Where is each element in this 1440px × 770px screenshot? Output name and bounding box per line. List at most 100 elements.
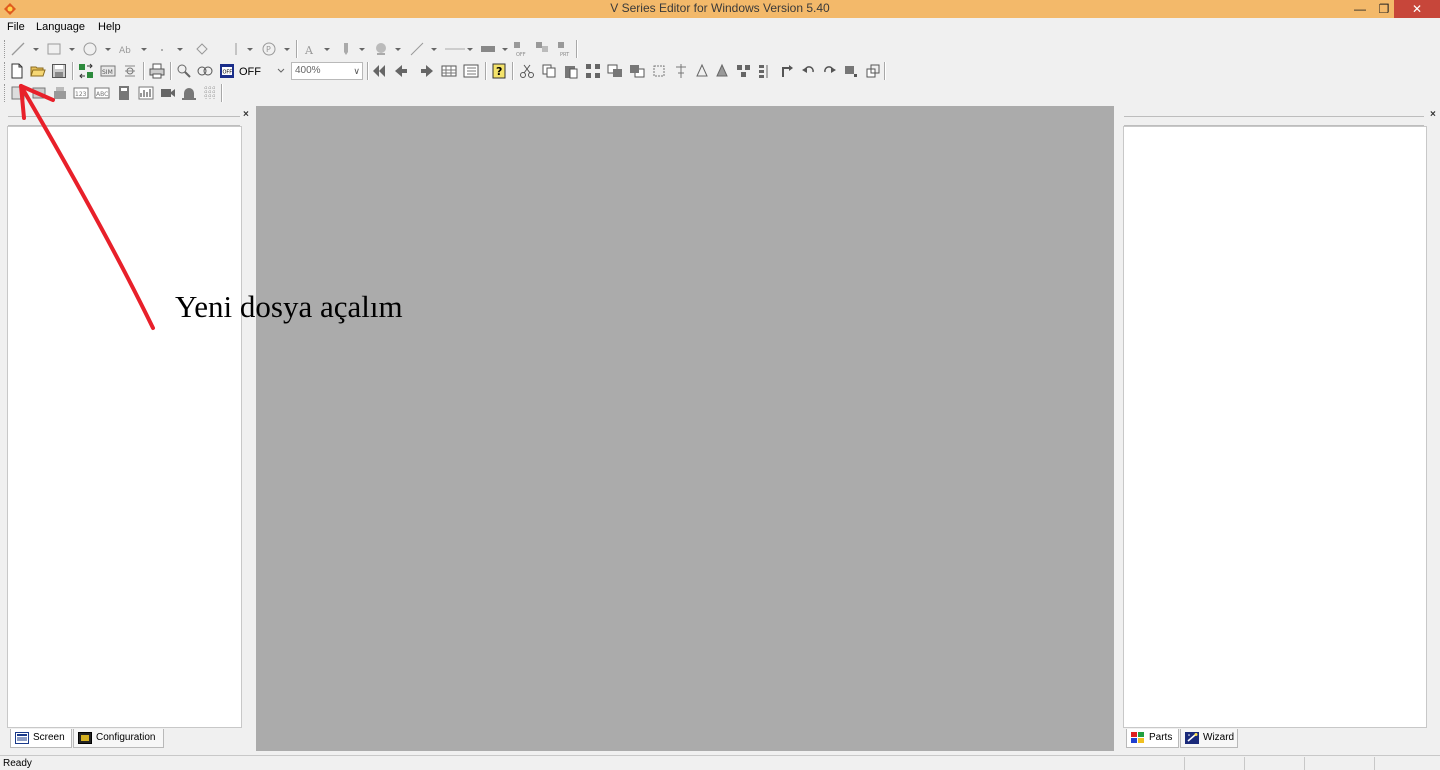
paste-icon[interactable] [563, 63, 579, 79]
dropdown-arrow-icon[interactable] [430, 41, 438, 57]
align-center-icon[interactable] [673, 63, 689, 79]
new-file-icon[interactable] [9, 63, 25, 79]
status-cell [1374, 757, 1440, 770]
state-print-icon[interactable]: PRT [556, 41, 572, 57]
grid-icon[interactable] [441, 63, 457, 79]
compare-icon[interactable] [122, 63, 138, 79]
tab-parts[interactable]: Parts [1126, 729, 1179, 748]
distribute-icon[interactable] [757, 63, 773, 79]
toolbar-separator [576, 40, 577, 58]
graph-part-icon[interactable] [138, 85, 154, 101]
zoom-icon[interactable] [176, 63, 192, 79]
editor-workspace[interactable] [256, 106, 1114, 751]
dropdown-arrow-icon[interactable] [394, 41, 402, 57]
screen-list[interactable] [7, 126, 242, 728]
flip-vertical-icon[interactable] [694, 63, 710, 79]
toolbar-separator [143, 62, 144, 80]
parts-tool-icon[interactable]: P [261, 41, 277, 57]
rotate-icon[interactable] [779, 63, 795, 79]
next-screen-icon[interactable] [419, 63, 435, 79]
polygon-tool-icon[interactable] [194, 41, 210, 57]
toolbar-grip[interactable] [4, 84, 7, 102]
first-screen-icon[interactable] [371, 63, 387, 79]
state-on-icon[interactable] [534, 41, 550, 57]
dropdown-arrow-icon[interactable] [276, 63, 286, 79]
switch-state-icon[interactable]: OFF [219, 63, 235, 79]
bring-front-icon[interactable] [607, 63, 623, 79]
copy-icon[interactable] [541, 63, 557, 79]
line-tool-icon[interactable] [10, 41, 26, 57]
status-cell [1244, 757, 1304, 770]
save-icon[interactable] [51, 63, 67, 79]
dropdown-arrow-icon[interactable] [358, 41, 366, 57]
panel-header[interactable] [8, 116, 240, 126]
dot-tool-icon[interactable] [154, 41, 170, 57]
toolbar-grip[interactable] [4, 40, 7, 58]
fill-tool-icon[interactable] [373, 41, 389, 57]
chevron-down-icon: ∨ [353, 66, 360, 76]
dropdown-arrow-icon[interactable] [140, 41, 148, 57]
alarm-part-icon[interactable] [181, 85, 197, 101]
help-icon[interactable]: ? [491, 63, 507, 79]
double-circle-icon[interactable] [197, 63, 213, 79]
text-tool-icon[interactable]: Ab [118, 41, 134, 57]
move-icon[interactable] [843, 63, 859, 79]
line-width-icon[interactable] [444, 41, 466, 57]
arrange-icon[interactable] [736, 63, 752, 79]
parts-list[interactable] [1123, 126, 1427, 728]
simulator-icon[interactable]: SIM [100, 63, 116, 79]
dropdown-arrow-icon[interactable] [176, 41, 184, 57]
print-icon[interactable] [149, 63, 165, 79]
switch-part-icon[interactable] [10, 85, 26, 101]
status-cell [1304, 757, 1374, 770]
dropdown-arrow-icon[interactable] [501, 41, 509, 57]
rectangle-tool-icon[interactable] [46, 41, 62, 57]
bar-tool-icon[interactable] [228, 41, 244, 57]
cut-icon[interactable] [519, 63, 535, 79]
tile-pattern-icon[interactable] [480, 41, 496, 57]
dropdown-arrow-icon[interactable] [246, 41, 254, 57]
line-style-icon[interactable] [409, 41, 425, 57]
undo-icon[interactable] [801, 63, 817, 79]
tab-configuration[interactable]: Configuration [73, 729, 164, 748]
close-button[interactable]: ✕ [1394, 0, 1440, 18]
toolbar-grip[interactable] [4, 62, 7, 80]
close-icon[interactable]: × [243, 109, 249, 120]
pen-tool-icon[interactable] [338, 41, 354, 57]
list-icon[interactable] [463, 63, 479, 79]
pattern-part-icon[interactable] [202, 85, 218, 101]
svg-text:?: ? [496, 65, 502, 78]
resize-icon[interactable] [865, 63, 881, 79]
group-icon[interactable] [585, 63, 601, 79]
dropdown-arrow-icon[interactable] [283, 41, 291, 57]
message-part-icon[interactable] [52, 85, 68, 101]
send-back-icon[interactable] [629, 63, 645, 79]
circle-tool-icon[interactable] [82, 41, 98, 57]
zoom-select[interactable]: 400% ∨ [291, 62, 363, 80]
state-off-icon[interactable]: OFF [512, 41, 528, 57]
dropdown-arrow-icon[interactable] [68, 41, 76, 57]
open-folder-icon[interactable] [30, 63, 46, 79]
panel-header[interactable] [1124, 116, 1424, 126]
tab-wizard[interactable]: Wizard [1180, 729, 1238, 748]
keypad-part-icon[interactable] [116, 85, 132, 101]
menu-help[interactable]: Help [98, 21, 121, 33]
lamp-part-icon[interactable] [31, 85, 47, 101]
redo-icon[interactable] [821, 63, 837, 79]
numeric-part-icon[interactable]: 123 [73, 85, 89, 101]
dropdown-arrow-icon[interactable] [323, 41, 331, 57]
align-icon[interactable] [651, 63, 667, 79]
dropdown-arrow-icon[interactable] [32, 41, 40, 57]
previous-screen-icon[interactable] [393, 63, 409, 79]
dropdown-arrow-icon[interactable] [104, 41, 112, 57]
close-icon[interactable]: × [1430, 109, 1436, 120]
font-tool-icon[interactable]: A [302, 41, 318, 57]
menu-file[interactable]: File [7, 21, 25, 33]
tab-screen[interactable]: Screen [10, 729, 72, 748]
flip-horizontal-icon[interactable] [714, 63, 730, 79]
video-part-icon[interactable] [160, 85, 176, 101]
character-part-icon[interactable]: ABC [94, 85, 110, 101]
dropdown-arrow-icon[interactable] [466, 41, 474, 57]
menu-language[interactable]: Language [36, 21, 85, 33]
transfer-icon[interactable] [78, 63, 94, 79]
